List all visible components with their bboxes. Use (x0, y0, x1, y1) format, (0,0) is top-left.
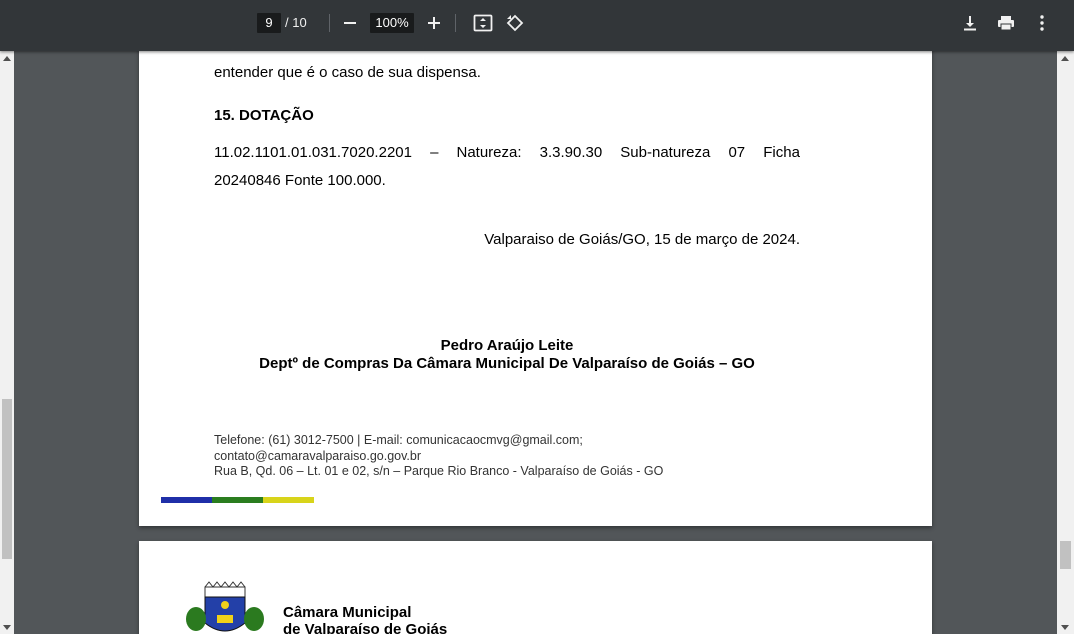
download-button[interactable] (958, 11, 982, 35)
dotacao-line-2: 20240846 Fonte 100.000. (214, 172, 386, 189)
print-button[interactable] (994, 11, 1018, 35)
signer-name: Pedro Araújo Leite (440, 337, 574, 354)
body-text-line: entender que é o caso de sua dispensa. (214, 64, 481, 81)
more-options-button[interactable] (1030, 11, 1054, 35)
toolbar-divider (329, 14, 330, 32)
footer-color-bars (161, 497, 314, 503)
left-scroll-thumb[interactable] (2, 399, 12, 559)
signer-department: Deptº de Compras Da Câmara Municipal De … (259, 355, 755, 372)
org-name-line-1: Câmara Municipal (283, 604, 412, 621)
toolbar-divider (455, 14, 456, 32)
right-scrollbar[interactable] (1057, 51, 1074, 634)
scroll-up-arrow-icon[interactable] (3, 56, 11, 61)
pdf-page: Câmara Municipal de Valparaíso de Goiás (139, 541, 932, 634)
page-number-input[interactable]: 9 (257, 13, 281, 33)
pdf-page: entender que é o caso de sua dispensa. 1… (139, 30, 932, 526)
scroll-down-arrow-icon[interactable] (1061, 625, 1069, 630)
zoom-in-button[interactable] (422, 11, 446, 35)
footer-phone-email: Telefone: (61) 3012-7500 | E-mail: comun… (214, 433, 583, 447)
plus-icon (428, 17, 440, 29)
scroll-down-arrow-icon[interactable] (3, 625, 11, 630)
footer-contact: Telefone: (61) 3012-7500 | E-mail: comun… (214, 433, 663, 480)
org-name-line-2: de Valparaíso de Goiás (283, 621, 448, 634)
color-bar-green (212, 497, 263, 503)
left-scrollbar[interactable] (0, 51, 14, 634)
dotacao-dash: – (430, 144, 439, 161)
scroll-up-arrow-icon[interactable] (1061, 56, 1069, 61)
right-scroll-thumb[interactable] (1060, 541, 1071, 569)
zoom-level-input[interactable]: 100% (370, 13, 414, 33)
org-name: Câmara Municipal de Valparaíso de Goiás (283, 604, 447, 634)
dotacao-subnatureza-value: 07 (728, 144, 746, 161)
fit-to-page-button[interactable] (471, 11, 495, 35)
zoom-out-button[interactable] (338, 11, 362, 35)
rotate-button[interactable] (503, 11, 527, 35)
dotacao-subnatureza-label: Sub-natureza (620, 144, 711, 161)
coat-of-arms-logo (186, 581, 264, 632)
dotacao-natureza-label: Natureza: (456, 144, 522, 161)
dotacao-natureza-value: 3.3.90.30 (539, 144, 603, 161)
dotacao-ficha-label: Ficha (763, 144, 800, 161)
pdf-toolbar: 9 / 10 100% (0, 0, 1074, 51)
color-bar-yellow (263, 497, 314, 503)
fit-page-icon (473, 14, 493, 32)
print-icon (998, 16, 1014, 31)
rotate-icon (506, 14, 524, 32)
more-vert-icon (1040, 15, 1044, 31)
footer-email-2: contato@camaravalparaiso.go.gov.br (214, 448, 422, 463)
dotacao-code: 11.02.1101.01.031.7020.2201 (214, 144, 412, 161)
minus-icon (344, 22, 356, 24)
section-heading: 15. DOTAÇÃO (214, 107, 314, 124)
date-line: Valparaiso de Goiás/GO, 15 de março de 2… (484, 231, 800, 248)
dotacao-line: 11.02.1101.01.031.7020.2201 – Natureza: … (214, 144, 800, 161)
color-bar-blue (161, 497, 212, 503)
download-icon (964, 16, 976, 31)
page-total-label: / 10 (285, 15, 307, 30)
footer-address: Rua B, Qd. 06 – Lt. 01 e 02, s/n – Parqu… (214, 464, 664, 478)
